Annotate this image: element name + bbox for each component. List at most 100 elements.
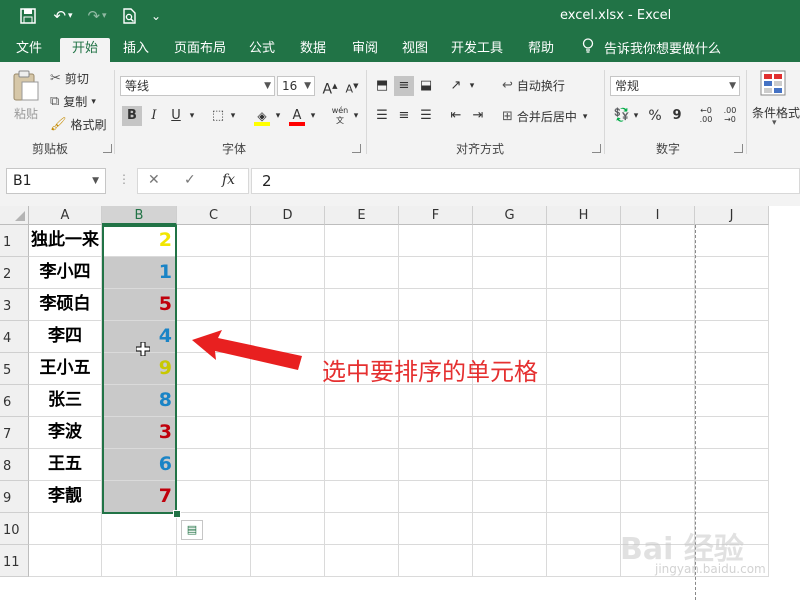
increase-indent-icon[interactable]: ⇥ xyxy=(468,106,488,126)
cell-b2[interactable]: 1 xyxy=(102,257,177,289)
column-header-e[interactable]: E xyxy=(325,206,399,225)
accounting-format-icon[interactable]: 💱 xyxy=(612,106,632,126)
row-header-5[interactable]: 5 xyxy=(0,353,29,385)
tab-file[interactable]: 文件 xyxy=(8,38,50,62)
cell-b7[interactable]: 3 xyxy=(102,417,177,449)
cell-d1[interactable] xyxy=(251,225,325,257)
tab-page-layout[interactable]: 页面布局 xyxy=(168,38,232,62)
cell-e4[interactable] xyxy=(325,321,399,353)
quick-analysis-icon[interactable]: ▤ xyxy=(181,520,203,540)
cell-d3[interactable] xyxy=(251,289,325,321)
row-header-11[interactable]: 11 xyxy=(0,545,29,577)
cell-j5[interactable] xyxy=(695,353,769,385)
merge-center-button[interactable]: ⊞ 合并后居中 ▾ xyxy=(502,108,587,125)
select-all-button[interactable] xyxy=(0,206,29,225)
align-top-icon[interactable]: ⬒ xyxy=(372,76,392,96)
align-middle-icon[interactable]: ≡ xyxy=(394,76,414,96)
cell-e1[interactable] xyxy=(325,225,399,257)
percent-button[interactable]: % xyxy=(645,106,665,126)
comma-style-button[interactable]: 9 xyxy=(667,106,687,126)
cell-g9[interactable] xyxy=(473,481,547,513)
cell-g10[interactable] xyxy=(473,513,547,545)
cell-d11[interactable] xyxy=(251,545,325,577)
row-header-8[interactable]: 8 xyxy=(0,449,29,481)
bold-button[interactable]: B xyxy=(122,106,142,126)
cell-a11[interactable] xyxy=(29,545,102,577)
dialog-launcher-icon[interactable] xyxy=(103,144,112,153)
dialog-launcher-icon[interactable] xyxy=(352,144,361,153)
name-box[interactable]: B1 ▼ xyxy=(6,168,106,194)
cell-i6[interactable] xyxy=(621,385,695,417)
chevron-down-icon[interactable]: ▾ xyxy=(307,106,319,126)
cell-j6[interactable] xyxy=(695,385,769,417)
cell-g4[interactable] xyxy=(473,321,547,353)
wrap-text-button[interactable]: ↩ 自动换行 xyxy=(502,77,565,94)
formula-input[interactable]: 2 xyxy=(251,168,800,194)
row-header-4[interactable]: 4 xyxy=(0,321,29,353)
row-header-9[interactable]: 9 xyxy=(0,481,29,513)
cell-i5[interactable] xyxy=(621,353,695,385)
cell-d8[interactable] xyxy=(251,449,325,481)
chevron-down-icon[interactable]: ▾ xyxy=(350,106,362,126)
cell-a7[interactable]: 李波 xyxy=(29,417,102,449)
undo-icon[interactable]: ↶ ▾ xyxy=(50,6,76,26)
cell-a1[interactable]: 独此一来 xyxy=(29,225,102,257)
chevron-down-icon[interactable]: ▾ xyxy=(272,106,284,126)
cell-b10[interactable] xyxy=(102,513,177,545)
cell-j1[interactable] xyxy=(695,225,769,257)
cell-i7[interactable] xyxy=(621,417,695,449)
cell-i9[interactable] xyxy=(621,481,695,513)
cell-a3[interactable]: 李硕白 xyxy=(29,289,102,321)
fill-color-button[interactable]: ◈ xyxy=(252,106,272,126)
cell-a4[interactable]: 李四 xyxy=(29,321,102,353)
cell-b1[interactable]: 2 xyxy=(102,225,177,257)
row-header-1[interactable]: 1 xyxy=(0,225,29,257)
cell-h8[interactable] xyxy=(547,449,621,481)
tab-view[interactable]: 视图 xyxy=(394,38,436,62)
dialog-launcher-icon[interactable] xyxy=(734,144,743,153)
row-header-3[interactable]: 3 xyxy=(0,289,29,321)
more-options-icon[interactable]: ⋮ xyxy=(118,172,130,186)
cell-h11[interactable] xyxy=(547,545,621,577)
column-header-i[interactable]: I xyxy=(621,206,695,225)
cell-f11[interactable] xyxy=(399,545,473,577)
cell-h1[interactable] xyxy=(547,225,621,257)
cell-f10[interactable] xyxy=(399,513,473,545)
cell-b6[interactable]: 8 xyxy=(102,385,177,417)
chevron-down-icon[interactable]: ▾ xyxy=(186,106,198,126)
cell-e9[interactable] xyxy=(325,481,399,513)
conditional-formatting-icon[interactable] xyxy=(760,70,786,99)
row-header-2[interactable]: 2 xyxy=(0,257,29,289)
copy-button[interactable]: ⧉ 复制 ▾ xyxy=(50,93,96,110)
cell-f9[interactable] xyxy=(399,481,473,513)
cell-j9[interactable] xyxy=(695,481,769,513)
cell-d2[interactable] xyxy=(251,257,325,289)
cell-g1[interactable] xyxy=(473,225,547,257)
cell-a9[interactable]: 李靓 xyxy=(29,481,102,513)
align-right-icon[interactable]: ☰ xyxy=(416,106,436,126)
column-header-b[interactable]: B xyxy=(102,206,177,225)
column-header-h[interactable]: H xyxy=(547,206,621,225)
chevron-down-icon[interactable]: ▾ xyxy=(466,76,478,96)
align-left-icon[interactable]: ☰ xyxy=(372,106,392,126)
cut-button[interactable]: ✂ 剪切 xyxy=(50,70,89,87)
cell-g7[interactable] xyxy=(473,417,547,449)
cell-e2[interactable] xyxy=(325,257,399,289)
cell-a10[interactable] xyxy=(29,513,102,545)
cell-f6[interactable] xyxy=(399,385,473,417)
cell-j2[interactable] xyxy=(695,257,769,289)
cell-d7[interactable] xyxy=(251,417,325,449)
italic-button[interactable]: I xyxy=(144,106,164,126)
orientation-icon[interactable]: ↗ xyxy=(446,76,466,96)
tab-help[interactable]: 帮助 xyxy=(520,38,562,62)
cell-h10[interactable] xyxy=(547,513,621,545)
cell-c1[interactable] xyxy=(177,225,251,257)
grow-font-button[interactable]: A▲ xyxy=(320,76,340,98)
cell-h6[interactable] xyxy=(547,385,621,417)
cell-i8[interactable] xyxy=(621,449,695,481)
cell-f8[interactable] xyxy=(399,449,473,481)
cell-f4[interactable] xyxy=(399,321,473,353)
worksheet-grid[interactable]: ABCDEFGHIJ 1 2 3 4 5 6 7 8 9 10 11 独此一来 2 李小四 1 李硕白 5 李四… xyxy=(0,206,800,600)
cell-h4[interactable] xyxy=(547,321,621,353)
cell-i1[interactable] xyxy=(621,225,695,257)
